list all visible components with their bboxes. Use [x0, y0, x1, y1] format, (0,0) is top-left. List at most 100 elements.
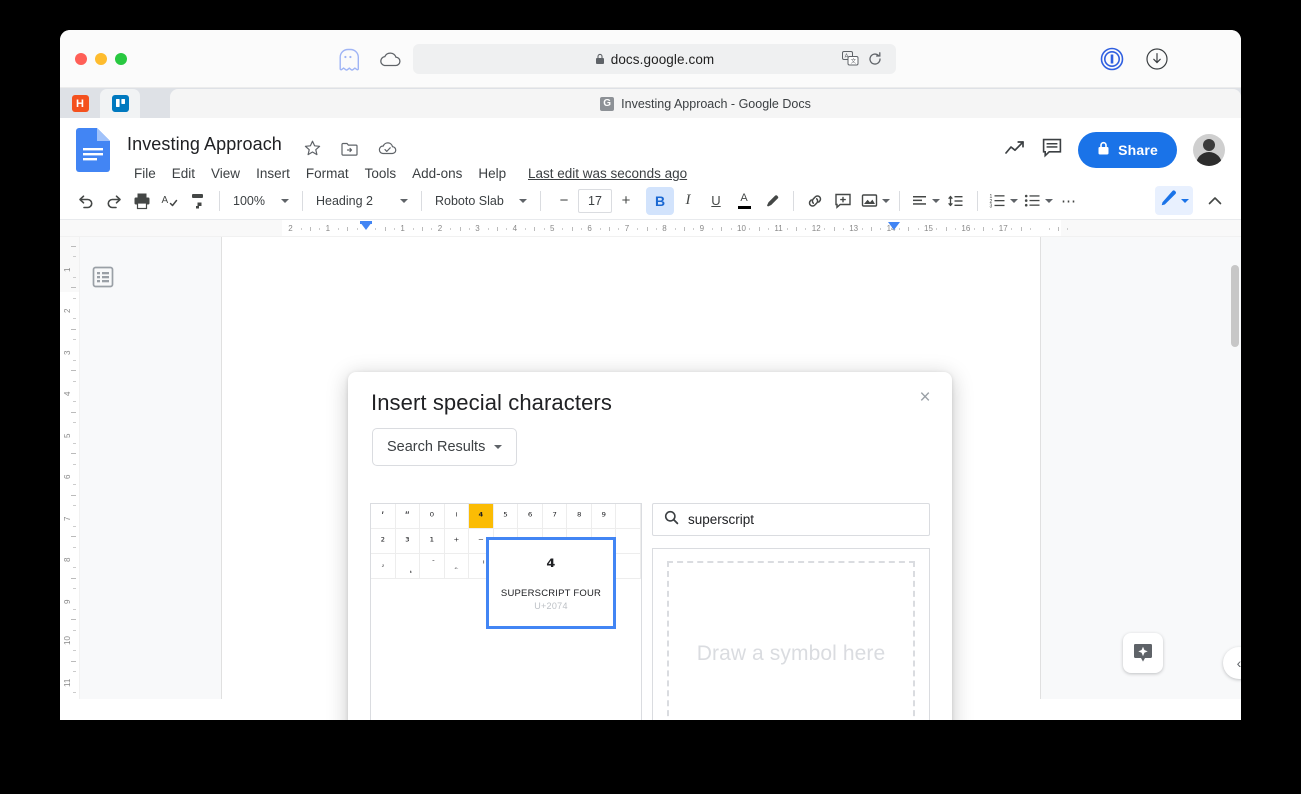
move-to-folder-icon[interactable]	[341, 141, 358, 162]
character-detail-card[interactable]: ⁴ SUPERSCRIPT FOUR U+2074	[486, 537, 616, 629]
underline-button[interactable]: U	[702, 187, 730, 215]
spellcheck-icon[interactable]: A	[156, 187, 184, 215]
character-cell[interactable]: ¹	[420, 529, 445, 554]
character-cell[interactable]: ²	[371, 529, 396, 554]
character-cell[interactable]: ۥ	[371, 554, 396, 579]
paint-format-icon[interactable]	[184, 187, 212, 215]
adblock-icon[interactable]	[1100, 47, 1124, 76]
draw-symbol-canvas[interactable]: Draw a symbol here	[652, 548, 930, 720]
character-cell[interactable]: ⁺	[444, 529, 470, 554]
italic-button[interactable]: I	[674, 187, 702, 215]
text-align-dropdown[interactable]	[907, 188, 942, 214]
tab-pinned-h[interactable]: H	[60, 89, 100, 118]
line-spacing-icon[interactable]	[942, 187, 970, 215]
character-cell[interactable]: ⁹	[591, 504, 617, 529]
download-icon[interactable]	[1146, 48, 1168, 75]
ruler-h-minor-tick	[758, 227, 760, 231]
font-size-increase-button[interactable]: +	[614, 189, 638, 213]
menu-help[interactable]: Help	[470, 164, 514, 183]
menu-format[interactable]: Format	[298, 164, 357, 183]
print-icon[interactable]	[128, 187, 156, 215]
last-edit-status[interactable]: Last edit was seconds ago	[528, 166, 687, 181]
character-cell[interactable]: ⁵	[493, 504, 519, 529]
menu-tools[interactable]: Tools	[357, 164, 405, 183]
menu-edit[interactable]: Edit	[164, 164, 203, 183]
zoom-dropdown[interactable]: 100%	[227, 188, 295, 214]
add-comment-icon[interactable]	[829, 187, 857, 215]
address-bar[interactable]: docs.google.com A 文	[413, 44, 896, 74]
ruler-h-tick: 2	[288, 224, 293, 233]
ruler-h-minor-tick	[711, 228, 713, 230]
document-outline-icon[interactable]	[89, 263, 117, 291]
maximize-window-button[interactable]	[115, 52, 127, 65]
bold-button[interactable]: B	[646, 186, 674, 215]
ruler-h-tick: 6	[587, 224, 592, 233]
left-indent-marker[interactable]	[360, 222, 372, 230]
ruler-v-minor-tick	[73, 359, 76, 361]
right-indent-marker[interactable]	[888, 222, 900, 230]
highlight-color-button[interactable]	[758, 187, 786, 215]
star-icon[interactable]	[304, 140, 321, 162]
menu-file[interactable]: File	[126, 164, 164, 183]
cloud-extension-icon[interactable]	[378, 50, 402, 68]
ghost-extension-icon[interactable]	[337, 48, 359, 72]
character-cell[interactable]: ۦ	[444, 554, 470, 579]
character-cell[interactable]: ⁷	[542, 504, 568, 529]
horizontal-ruler[interactable]: 2 1 1 2 3 4 5 6 7 8 9 10 11 12 13 14 15 16 17	[60, 220, 1241, 237]
editing-mode-dropdown[interactable]	[1155, 186, 1193, 215]
minimize-window-button[interactable]	[95, 52, 107, 65]
reload-icon[interactable]	[868, 51, 882, 71]
character-category-dropdown[interactable]: Search Results	[372, 428, 518, 466]
vertical-ruler[interactable]: 1 2 3 4 5 6 7 8 9 10 11	[60, 237, 80, 699]
cloud-saved-icon[interactable]	[378, 141, 397, 161]
search-input[interactable]: superscript	[652, 503, 930, 536]
redo-icon[interactable]	[100, 187, 128, 215]
numbered-list-dropdown[interactable]: 1 2 3	[985, 188, 1020, 214]
menu-view[interactable]: View	[203, 164, 248, 183]
explore-icon[interactable]	[1123, 633, 1163, 673]
collapse-toolbar-chevron-icon[interactable]	[1201, 187, 1229, 215]
character-cell[interactable]: ʺ	[395, 504, 421, 529]
side-panel-toggle-icon[interactable]: ‹	[1223, 647, 1241, 679]
character-cell[interactable]: ³	[395, 529, 421, 554]
tab-title: Investing Approach - Google Docs	[621, 96, 811, 111]
ruler-v-minor-tick	[71, 287, 76, 289]
page-title[interactable]: Investing Approach	[127, 134, 282, 155]
paragraph-style-dropdown[interactable]: Heading 2	[310, 188, 414, 214]
character-cell[interactable]: ⁶	[518, 504, 543, 529]
translate-icon[interactable]: A 文	[842, 51, 859, 71]
menu-insert[interactable]: Insert	[248, 164, 298, 183]
menu-addons[interactable]: Add-ons	[404, 164, 470, 183]
insert-image-dropdown[interactable]	[857, 188, 892, 214]
close-window-button[interactable]	[75, 52, 87, 65]
character-cell[interactable]	[616, 554, 641, 579]
share-button[interactable]: Share	[1078, 132, 1177, 168]
character-cell[interactable]: ٖ	[395, 554, 421, 579]
close-icon[interactable]: ×	[912, 384, 938, 410]
text-color-button[interactable]: A	[730, 187, 758, 215]
document-scrollbar[interactable]	[1231, 265, 1239, 347]
character-cell-selected[interactable]: ⁴	[469, 504, 494, 529]
character-cell[interactable]: ⁸	[567, 504, 592, 529]
insert-link-icon[interactable]	[801, 187, 829, 215]
comments-icon[interactable]	[1042, 138, 1062, 163]
character-cell[interactable]: ⁰	[420, 504, 445, 529]
tab-active-google-docs[interactable]: G Investing Approach - Google Docs	[170, 89, 1241, 118]
ruler-h-minor-tick	[749, 228, 751, 230]
more-options-icon[interactable]: ⋯	[1055, 187, 1083, 215]
character-cell[interactable]: ٙ	[420, 554, 445, 579]
activity-dashboard-icon[interactable]	[1004, 138, 1026, 163]
font-size-input[interactable]: 17	[578, 188, 612, 213]
ruler-h-tick: 16	[961, 224, 971, 233]
tab-pinned-trello[interactable]	[100, 89, 140, 118]
bulleted-list-dropdown[interactable]	[1020, 188, 1055, 214]
character-cell[interactable]	[616, 504, 641, 529]
font-family-dropdown[interactable]: Roboto Slab	[429, 188, 533, 214]
character-cell[interactable]	[616, 529, 641, 554]
character-cell[interactable]: ⁱ	[444, 504, 470, 529]
google-docs-logo-icon[interactable]	[76, 128, 110, 172]
avatar[interactable]	[1193, 134, 1225, 166]
undo-icon[interactable]	[72, 187, 100, 215]
character-cell[interactable]: ʹ	[371, 504, 396, 529]
font-size-decrease-button[interactable]: −	[552, 189, 576, 213]
